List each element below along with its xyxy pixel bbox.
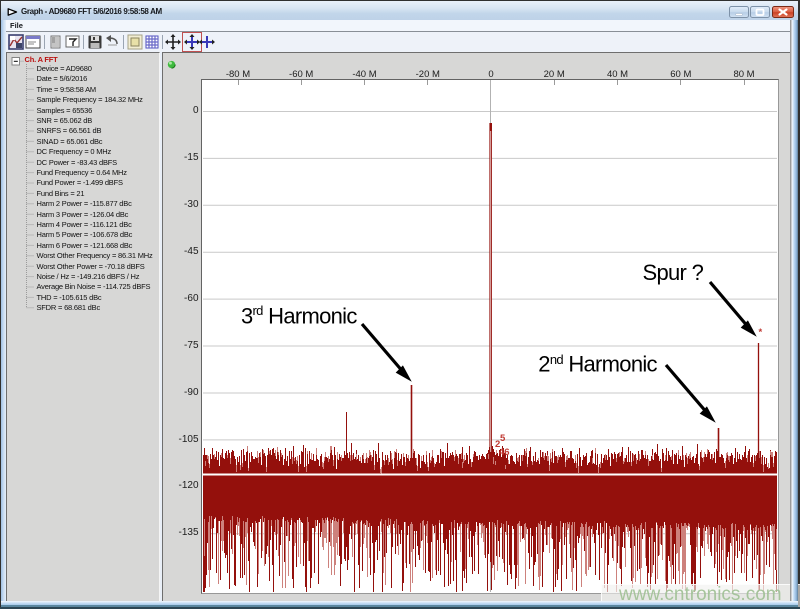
svg-text:*: * — [759, 327, 763, 338]
svg-text:46: 46 — [499, 447, 510, 458]
svg-text:5: 5 — [500, 433, 506, 444]
